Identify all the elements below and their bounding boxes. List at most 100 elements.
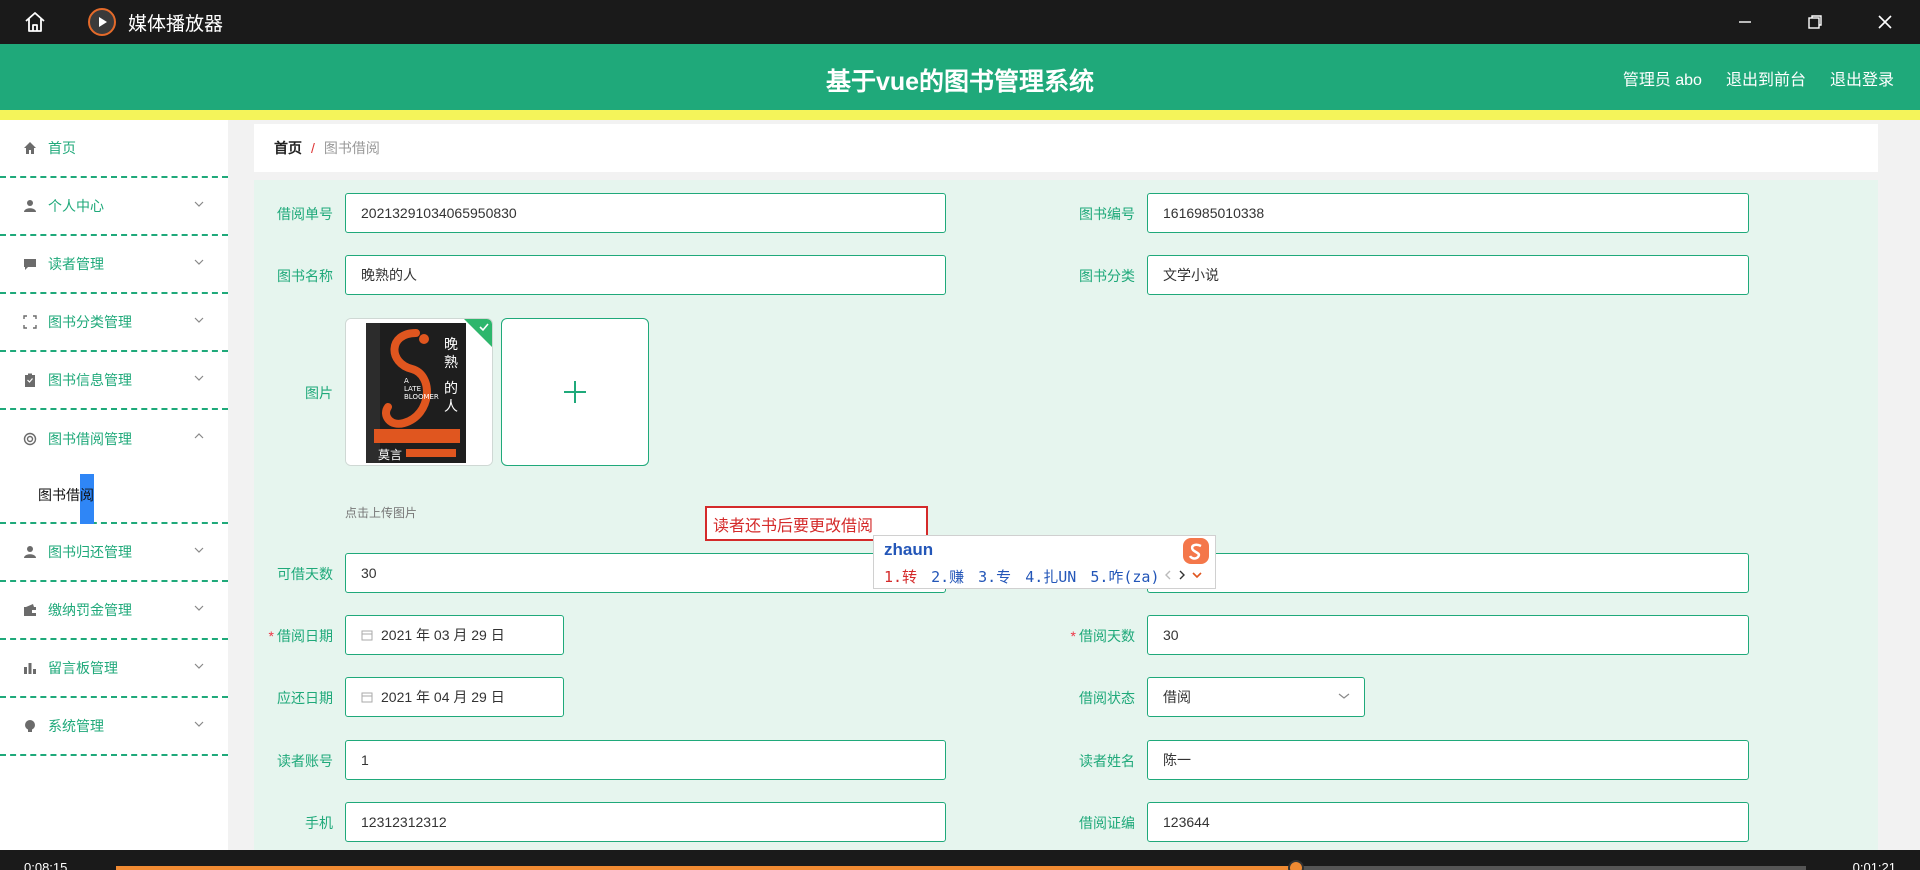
sidebar-item-label: 图书分类管理 bbox=[48, 314, 132, 330]
svg-text:熟: 熟 bbox=[444, 355, 458, 371]
book-name-label: 图书名称 bbox=[277, 268, 333, 284]
svg-text:BLOOMER: BLOOMER bbox=[404, 393, 439, 401]
sidebar-item-category-management[interactable]: 图书分类管理 bbox=[0, 294, 228, 352]
chevron-right-icon[interactable] bbox=[1178, 570, 1186, 580]
sidebar-item-fine-management[interactable]: 缴纳罚金管理 bbox=[0, 582, 228, 640]
sidebar-item-label: 首页 bbox=[48, 140, 76, 156]
chevron-down-icon bbox=[194, 547, 204, 553]
sidebar-item-personal-center[interactable]: 个人中心 bbox=[0, 178, 228, 236]
sidebar-subitem-text: 图书借阅 bbox=[38, 487, 94, 503]
borrow-date-picker[interactable]: 2021 年 03 月 29 日 bbox=[345, 615, 564, 655]
chevron-down-icon bbox=[194, 605, 204, 611]
sidebar-subitem-label: 图书借阅 bbox=[38, 474, 94, 524]
wallet-icon bbox=[22, 602, 38, 618]
category-label: 图书分类 bbox=[1079, 268, 1135, 284]
breadcrumb-current: 图书借阅 bbox=[323, 140, 380, 156]
ime-candidate[interactable]: 1.转 bbox=[884, 566, 917, 587]
category-field[interactable]: 文学小说 bbox=[1147, 255, 1749, 295]
svg-text:人: 人 bbox=[444, 399, 458, 415]
book-name-field[interactable]: 晚熟的人 bbox=[345, 255, 946, 295]
player-home-button[interactable] bbox=[0, 0, 70, 44]
calendar-icon bbox=[361, 691, 373, 703]
user-icon bbox=[22, 544, 38, 560]
due-date-picker[interactable]: 2021 年 04 月 29 日 bbox=[345, 677, 564, 717]
status-select[interactable]: 借阅 bbox=[1147, 677, 1365, 717]
sidebar-item-system-management[interactable]: 系统管理 bbox=[0, 698, 228, 756]
sidebar-item-label: 图书借阅管理 bbox=[48, 431, 132, 447]
book-no-field[interactable]: 1616985010338 bbox=[1147, 193, 1749, 233]
upload-add-button[interactable] bbox=[501, 318, 649, 466]
app-header: 基于vue的图书管理系统 管理员 abo 退出到前台 退出登录 bbox=[0, 44, 1920, 110]
ime-candidate[interactable]: 2.赚 bbox=[931, 566, 964, 587]
chevron-down-icon bbox=[194, 663, 204, 669]
player-title: 媒体播放器 bbox=[128, 13, 224, 35]
status-value: 借阅 bbox=[1163, 689, 1191, 705]
reader-name-field[interactable]: 陈一 bbox=[1147, 740, 1749, 780]
reader-name-label: 读者姓名 bbox=[1079, 753, 1135, 769]
phone-label: 手机 bbox=[305, 815, 333, 831]
sidebar-item-label: 留言板管理 bbox=[48, 660, 118, 676]
annotation-text: 读者还书后要更改借阅 bbox=[713, 517, 874, 535]
book-no-label: 图书编号 bbox=[1079, 206, 1135, 222]
borrow-days-label: * 借阅天数 bbox=[1070, 628, 1135, 644]
sidebar: 首页 个人中心 读者管理 图书分类管理 图书信息管理 图书借阅管理 图书借阅 图… bbox=[0, 120, 228, 850]
chevron-down-icon bbox=[1338, 693, 1350, 699]
phone-field[interactable]: 12312312312 bbox=[345, 802, 946, 842]
days-allowed-field[interactable]: 30 bbox=[345, 553, 946, 593]
sidebar-item-reader-management[interactable]: 读者管理 bbox=[0, 236, 228, 294]
sogou-logo-icon bbox=[1183, 538, 1209, 564]
player-title-bar: 媒体播放器 bbox=[0, 0, 1920, 44]
header-accent-band bbox=[0, 110, 1920, 120]
breadcrumb-home[interactable]: 首页 bbox=[274, 138, 302, 158]
chevron-down-icon bbox=[194, 317, 204, 323]
page-scrollbar[interactable] bbox=[1902, 120, 1920, 850]
home-icon bbox=[22, 140, 38, 156]
restore-button[interactable] bbox=[1780, 0, 1850, 44]
exit-to-front-link[interactable]: 退出到前台 bbox=[1726, 66, 1806, 90]
breadcrumb-separator: / bbox=[311, 140, 315, 156]
borrow-days-field[interactable]: 30 bbox=[1147, 615, 1749, 655]
reader-account-field[interactable]: 1 bbox=[345, 740, 946, 780]
due-date-label: 应还日期 bbox=[277, 690, 333, 706]
card-field[interactable]: 123644 bbox=[1147, 802, 1749, 842]
ime-candidate[interactable]: 3.专 bbox=[978, 566, 1011, 587]
chat-icon bbox=[22, 256, 38, 272]
chevron-up-icon bbox=[194, 433, 204, 439]
restore-icon bbox=[1808, 15, 1822, 29]
player-control-bar: 0:08:15 0:01:21 bbox=[0, 850, 1920, 870]
logout-link[interactable]: 退出登录 bbox=[1830, 66, 1894, 90]
borrow-no-field[interactable]: 20213291034065950830 bbox=[345, 193, 946, 233]
image-label: 图片 bbox=[305, 385, 333, 401]
empty-field[interactable] bbox=[1147, 553, 1749, 593]
ime-candidate[interactable]: 4.扎UN bbox=[1025, 566, 1076, 587]
sidebar-item-label: 个人中心 bbox=[48, 198, 104, 214]
sidebar-subitem-borrow[interactable]: 图书借阅 bbox=[0, 468, 228, 524]
check-icon bbox=[479, 323, 489, 332]
sidebar-item-label: 系统管理 bbox=[48, 718, 104, 734]
elapsed-time: 0:08:15 bbox=[24, 860, 68, 870]
days-allowed-label: 可借天数 bbox=[277, 566, 333, 582]
seek-handle[interactable] bbox=[1287, 860, 1304, 870]
borrow-no-label: 借阅单号 bbox=[277, 206, 333, 222]
bulb-icon bbox=[22, 718, 38, 734]
calendar-icon bbox=[361, 629, 373, 641]
home-outline-icon bbox=[25, 12, 45, 32]
sidebar-item-home[interactable]: 首页 bbox=[0, 120, 228, 178]
svg-text:LATE: LATE bbox=[404, 385, 421, 393]
chevron-down-icon bbox=[194, 721, 204, 727]
sidebar-item-label: 读者管理 bbox=[48, 256, 104, 272]
svg-text:晚: 晚 bbox=[444, 337, 458, 353]
chevron-left-icon[interactable] bbox=[1164, 570, 1172, 580]
clipboard-icon bbox=[22, 372, 38, 388]
sidebar-item-book-info-management[interactable]: 图书信息管理 bbox=[0, 352, 228, 410]
seek-bar[interactable] bbox=[116, 860, 1806, 870]
uploaded-book-cover[interactable]: 晚 熟 的 人 A LATE BLOOMER 莫言 bbox=[345, 318, 493, 466]
chevron-down-icon[interactable] bbox=[1192, 571, 1202, 579]
ime-candidate[interactable]: 5.咋(za) bbox=[1090, 566, 1159, 587]
close-icon bbox=[1878, 15, 1892, 29]
sidebar-item-borrow-management[interactable]: 图书借阅管理 bbox=[0, 410, 228, 468]
sidebar-item-return-management[interactable]: 图书归还管理 bbox=[0, 524, 228, 582]
sidebar-item-message-board[interactable]: 留言板管理 bbox=[0, 640, 228, 698]
minimize-button[interactable] bbox=[1710, 0, 1780, 44]
close-button[interactable] bbox=[1850, 0, 1920, 44]
